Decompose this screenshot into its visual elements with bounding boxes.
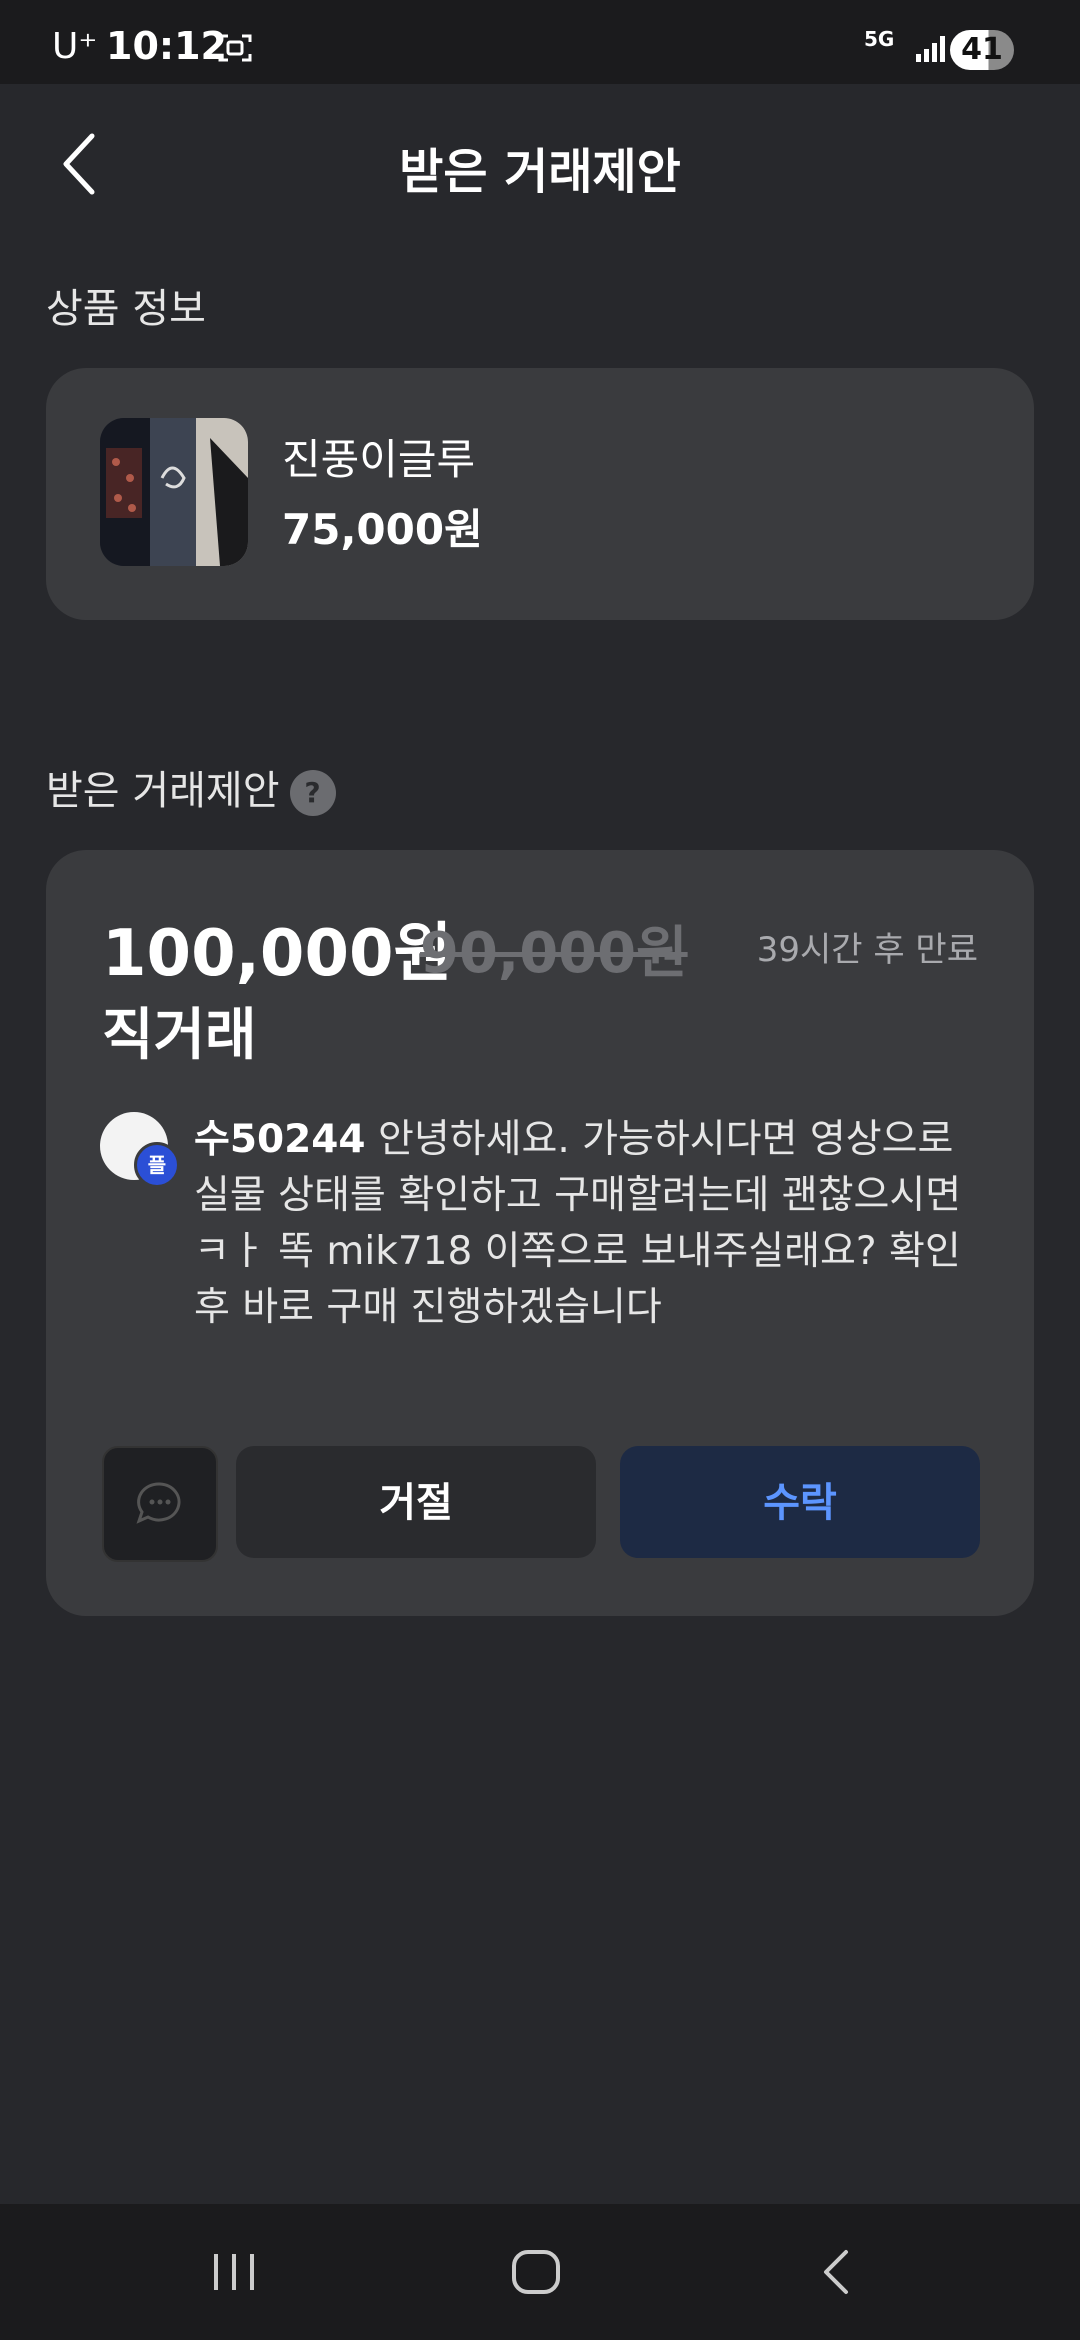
avatar-badge: 플	[134, 1142, 180, 1188]
product-section-title: 상품 정보	[46, 286, 206, 332]
signal-icon	[916, 36, 945, 62]
expiry-text: 39시간 후 만료	[756, 930, 978, 970]
carrier-label: U⁺	[52, 26, 98, 67]
offer-message: 수50244 안녕하세요. 가능하시다면 영상으로 실물 상태를 확인하고 구매…	[194, 1112, 984, 1336]
chat-bubble-icon	[136, 1482, 181, 1524]
offer-section-title: 받은 거래제안	[46, 768, 280, 814]
system-nav-bar	[0, 2204, 1080, 2340]
chat-button[interactable]	[102, 1446, 218, 1562]
screen-capture-icon	[218, 34, 252, 62]
deal-type: 직거래	[102, 1003, 257, 1068]
clock: 10:12	[106, 24, 227, 68]
product-image	[100, 418, 248, 566]
recent-apps-icon[interactable]	[202, 2240, 266, 2304]
help-icon[interactable]: ?	[289, 770, 336, 816]
buyer-username: 수50244	[194, 1117, 366, 1162]
original-price: 90,000원	[420, 921, 688, 986]
product-name: 진풍이글루	[282, 435, 476, 484]
reject-button[interactable]: 거절	[236, 1446, 596, 1558]
product-thumbnail	[100, 418, 248, 566]
app-header: 받은 거래제안	[0, 84, 1080, 240]
home-icon[interactable]	[504, 2240, 568, 2304]
product-price: 75,000원	[282, 505, 483, 554]
page-title: 받은 거래제안	[399, 144, 681, 200]
network-type: 5G	[864, 27, 895, 51]
accept-button[interactable]: 수락	[620, 1446, 980, 1558]
offer-section-title-row: 받은 거래제안?	[46, 758, 336, 816]
status-bar: U⁺ 10:12 5G 41	[0, 0, 1080, 84]
battery-indicator: 41	[950, 30, 1014, 70]
offer-card: 100,000원 90,000원 39시간 후 만료 직거래 플 수50244 …	[46, 850, 1034, 1616]
back-nav-icon[interactable]	[806, 2240, 870, 2304]
offer-price: 100,000원	[102, 917, 453, 991]
product-card[interactable]: 진풍이글루 75,000원	[46, 368, 1034, 620]
